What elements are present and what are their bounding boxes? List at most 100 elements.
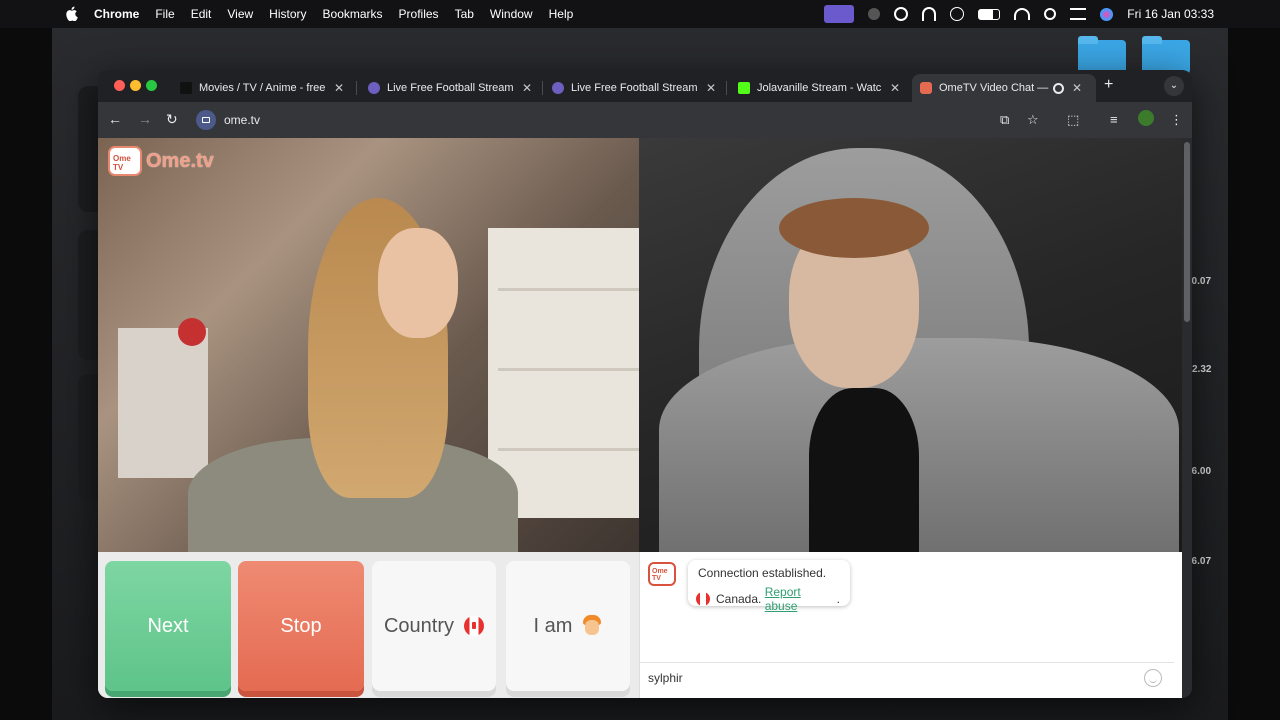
menu-help[interactable]: Help	[549, 7, 574, 21]
tab-title: OmeTV Video Chat — Ome	[939, 82, 1049, 94]
menu-file[interactable]: File	[155, 7, 174, 21]
tab-close-icon[interactable]: ✕	[334, 81, 344, 95]
site-info-icon[interactable]	[196, 110, 216, 130]
recording-indicator-icon	[1053, 82, 1064, 94]
tab-ometv[interactable]: OmeTV Video Chat — Ome ✕	[912, 74, 1096, 102]
bookmark-star-icon[interactable]: ☆	[1027, 112, 1039, 128]
arc-icon[interactable]	[922, 7, 937, 21]
next-label: Next	[147, 614, 189, 637]
kick-favicon-icon	[738, 82, 750, 94]
browser-toolbar: ← → ↻ ome.tv ⧉ ☆ ⬚ ≡ ⋮	[98, 102, 1192, 138]
report-abuse-link[interactable]: Report abuse	[765, 585, 837, 613]
page-scrollbar[interactable]	[1182, 138, 1192, 698]
controls-panel: Next Stop Country I am	[98, 552, 639, 698]
football-favicon-icon	[552, 82, 564, 94]
menu-profiles[interactable]: Profiles	[399, 7, 439, 21]
emoji-icon[interactable]	[1144, 669, 1162, 687]
url-text: ome.tv	[224, 113, 261, 127]
boy-avatar-icon	[582, 615, 602, 637]
reload-button[interactable]: ↻	[166, 111, 178, 128]
country-button[interactable]: Country	[372, 561, 496, 691]
tab-kick-stream[interactable]: Jolavanille Stream - Watch L ✕	[730, 74, 908, 102]
tab-title: Jolavanille Stream - Watch L	[757, 82, 882, 94]
tab-football-2[interactable]: Live Free Football Streaming ✕	[544, 74, 724, 102]
browser-window: Movies / TV / Anime - freemo ✕ Live Free…	[98, 70, 1192, 698]
tab-separator	[356, 81, 357, 95]
battery-icon[interactable]	[978, 8, 1001, 20]
new-tab-button[interactable]: +	[1104, 76, 1113, 94]
ometv-logo-icon: Ome TV	[108, 146, 142, 176]
next-button[interactable]: Next	[105, 561, 231, 691]
menu-bookmarks[interactable]: Bookmarks	[323, 7, 383, 21]
tab-separator	[726, 81, 727, 95]
tab-search-button[interactable]: ⌄	[1164, 76, 1184, 96]
tab-close-icon[interactable]: ✕	[1072, 81, 1082, 95]
stop-label: Stop	[280, 614, 322, 637]
chat-panel: Ome TV Connection established. Canada. R…	[639, 552, 1174, 698]
scrollbar-thumb[interactable]	[1184, 142, 1190, 322]
tab-football-1[interactable]: Live Free Football Streaming ✕	[360, 74, 540, 102]
screen-share-icon[interactable]	[824, 5, 855, 23]
menu-bar: Chrome File Edit View History Bookmarks …	[0, 0, 1280, 28]
ometv-logo[interactable]: Ome TV Ome.tv	[108, 146, 214, 176]
menu-app-name[interactable]: Chrome	[94, 7, 139, 21]
shelf-decor	[498, 448, 639, 451]
media-controls-icon[interactable]: ≡	[1110, 112, 1118, 127]
desktop-side-label: 2.32	[1192, 364, 1212, 375]
extensions-icon[interactable]: ⬚	[1067, 112, 1079, 128]
tab-close-icon[interactable]: ✕	[890, 81, 900, 95]
page-content: Ome TV Ome.tv Next Stop Country I am Ome…	[98, 138, 1182, 698]
desktop-folder-icon[interactable]	[1078, 36, 1126, 74]
shelf-decor	[488, 228, 639, 518]
siri-icon[interactable]	[1100, 7, 1114, 21]
self-shirt	[809, 388, 919, 552]
menu-view[interactable]: View	[227, 7, 253, 21]
back-button[interactable]: ←	[108, 111, 122, 127]
wifi-icon[interactable]	[1014, 8, 1031, 20]
menubar-clock[interactable]: Fri 16 Jan 03:33	[1127, 7, 1214, 21]
minimize-window-button[interactable]	[130, 80, 141, 91]
vpn-icon[interactable]	[894, 7, 909, 21]
self-hoodie-body	[659, 338, 1179, 552]
address-bar[interactable]: ome.tv	[196, 107, 976, 133]
self-hair	[779, 198, 929, 258]
more-menu-icon[interactable]: ⋮	[1170, 112, 1183, 128]
zoom-window-button[interactable]	[146, 80, 157, 91]
stop-button[interactable]: Stop	[238, 561, 364, 691]
wall-poster	[178, 318, 206, 346]
gender-label: I am	[533, 614, 573, 637]
tab-strip: Movies / TV / Anime - freemo ✕ Live Free…	[98, 70, 1192, 102]
forward-button[interactable]: →	[138, 111, 152, 127]
tab-close-icon[interactable]: ✕	[706, 81, 716, 95]
chat-input[interactable]	[648, 670, 1128, 685]
profile-avatar-icon[interactable]	[1138, 110, 1154, 126]
play-icon[interactable]	[950, 7, 965, 21]
tab-title: Movies / TV / Anime - freemo	[199, 82, 326, 94]
record-dot-icon[interactable]	[868, 8, 881, 20]
apple-icon[interactable]	[66, 6, 79, 21]
menu-tab[interactable]: Tab	[455, 7, 474, 21]
desktop: Chrome File Edit View History Bookmarks …	[0, 0, 1280, 720]
partner-video[interactable]: Ome TV Ome.tv	[98, 138, 639, 552]
ometv-favicon-icon	[920, 82, 932, 94]
chat-input-area	[640, 662, 1174, 692]
tab-movies[interactable]: Movies / TV / Anime - freemo ✕	[172, 74, 352, 102]
ometv-logo-text: Ome.tv	[146, 149, 214, 172]
close-window-button[interactable]	[114, 80, 125, 91]
menu-history[interactable]: History	[269, 7, 306, 21]
football-favicon-icon	[368, 82, 380, 94]
play-favicon-icon	[180, 82, 192, 94]
tab-separator	[542, 81, 543, 95]
report-tail: .	[836, 592, 841, 606]
menu-window[interactable]: Window	[490, 7, 533, 21]
menu-edit[interactable]: Edit	[191, 7, 212, 21]
self-video	[639, 138, 1182, 552]
search-icon[interactable]	[1044, 8, 1057, 20]
install-app-icon[interactable]: ⧉	[1000, 112, 1009, 128]
tab-close-icon[interactable]: ✕	[522, 81, 532, 95]
control-center-icon[interactable]	[1070, 8, 1087, 20]
gender-button[interactable]: I am	[506, 561, 630, 691]
desktop-folder-icon[interactable]	[1142, 36, 1190, 74]
tab-title: Live Free Football Streaming	[571, 82, 698, 94]
canada-flag-icon	[464, 616, 485, 636]
